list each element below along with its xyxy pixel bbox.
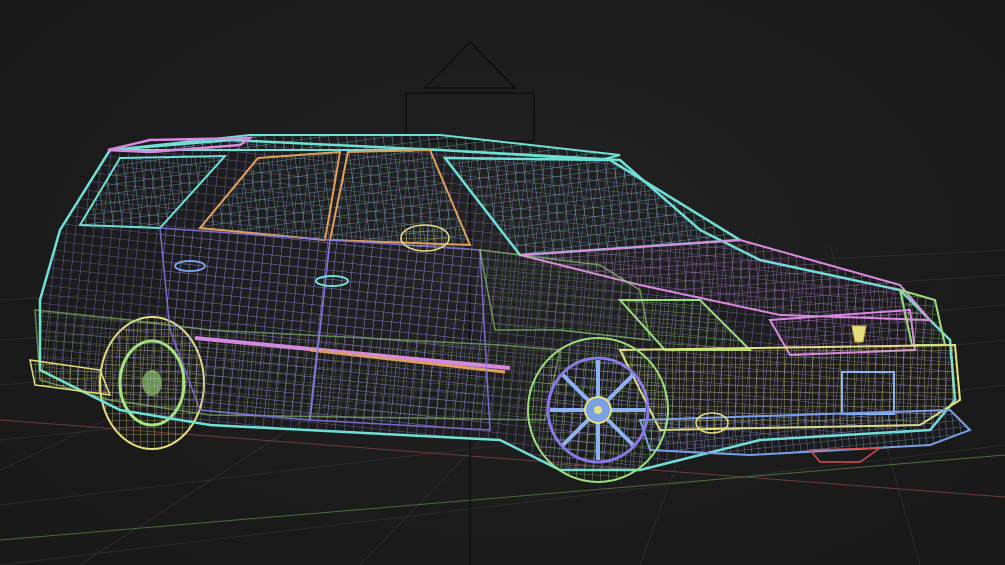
grille-emblem (851, 325, 867, 343)
fog-light (695, 412, 729, 434)
axis-z (0, 454, 1005, 541)
front-wheel[interactable] (527, 337, 669, 483)
front-door (309, 239, 491, 431)
viewport-canvas[interactable] (0, 0, 1005, 565)
side-mirror (400, 224, 450, 252)
3d-viewport[interactable] (0, 0, 1005, 565)
